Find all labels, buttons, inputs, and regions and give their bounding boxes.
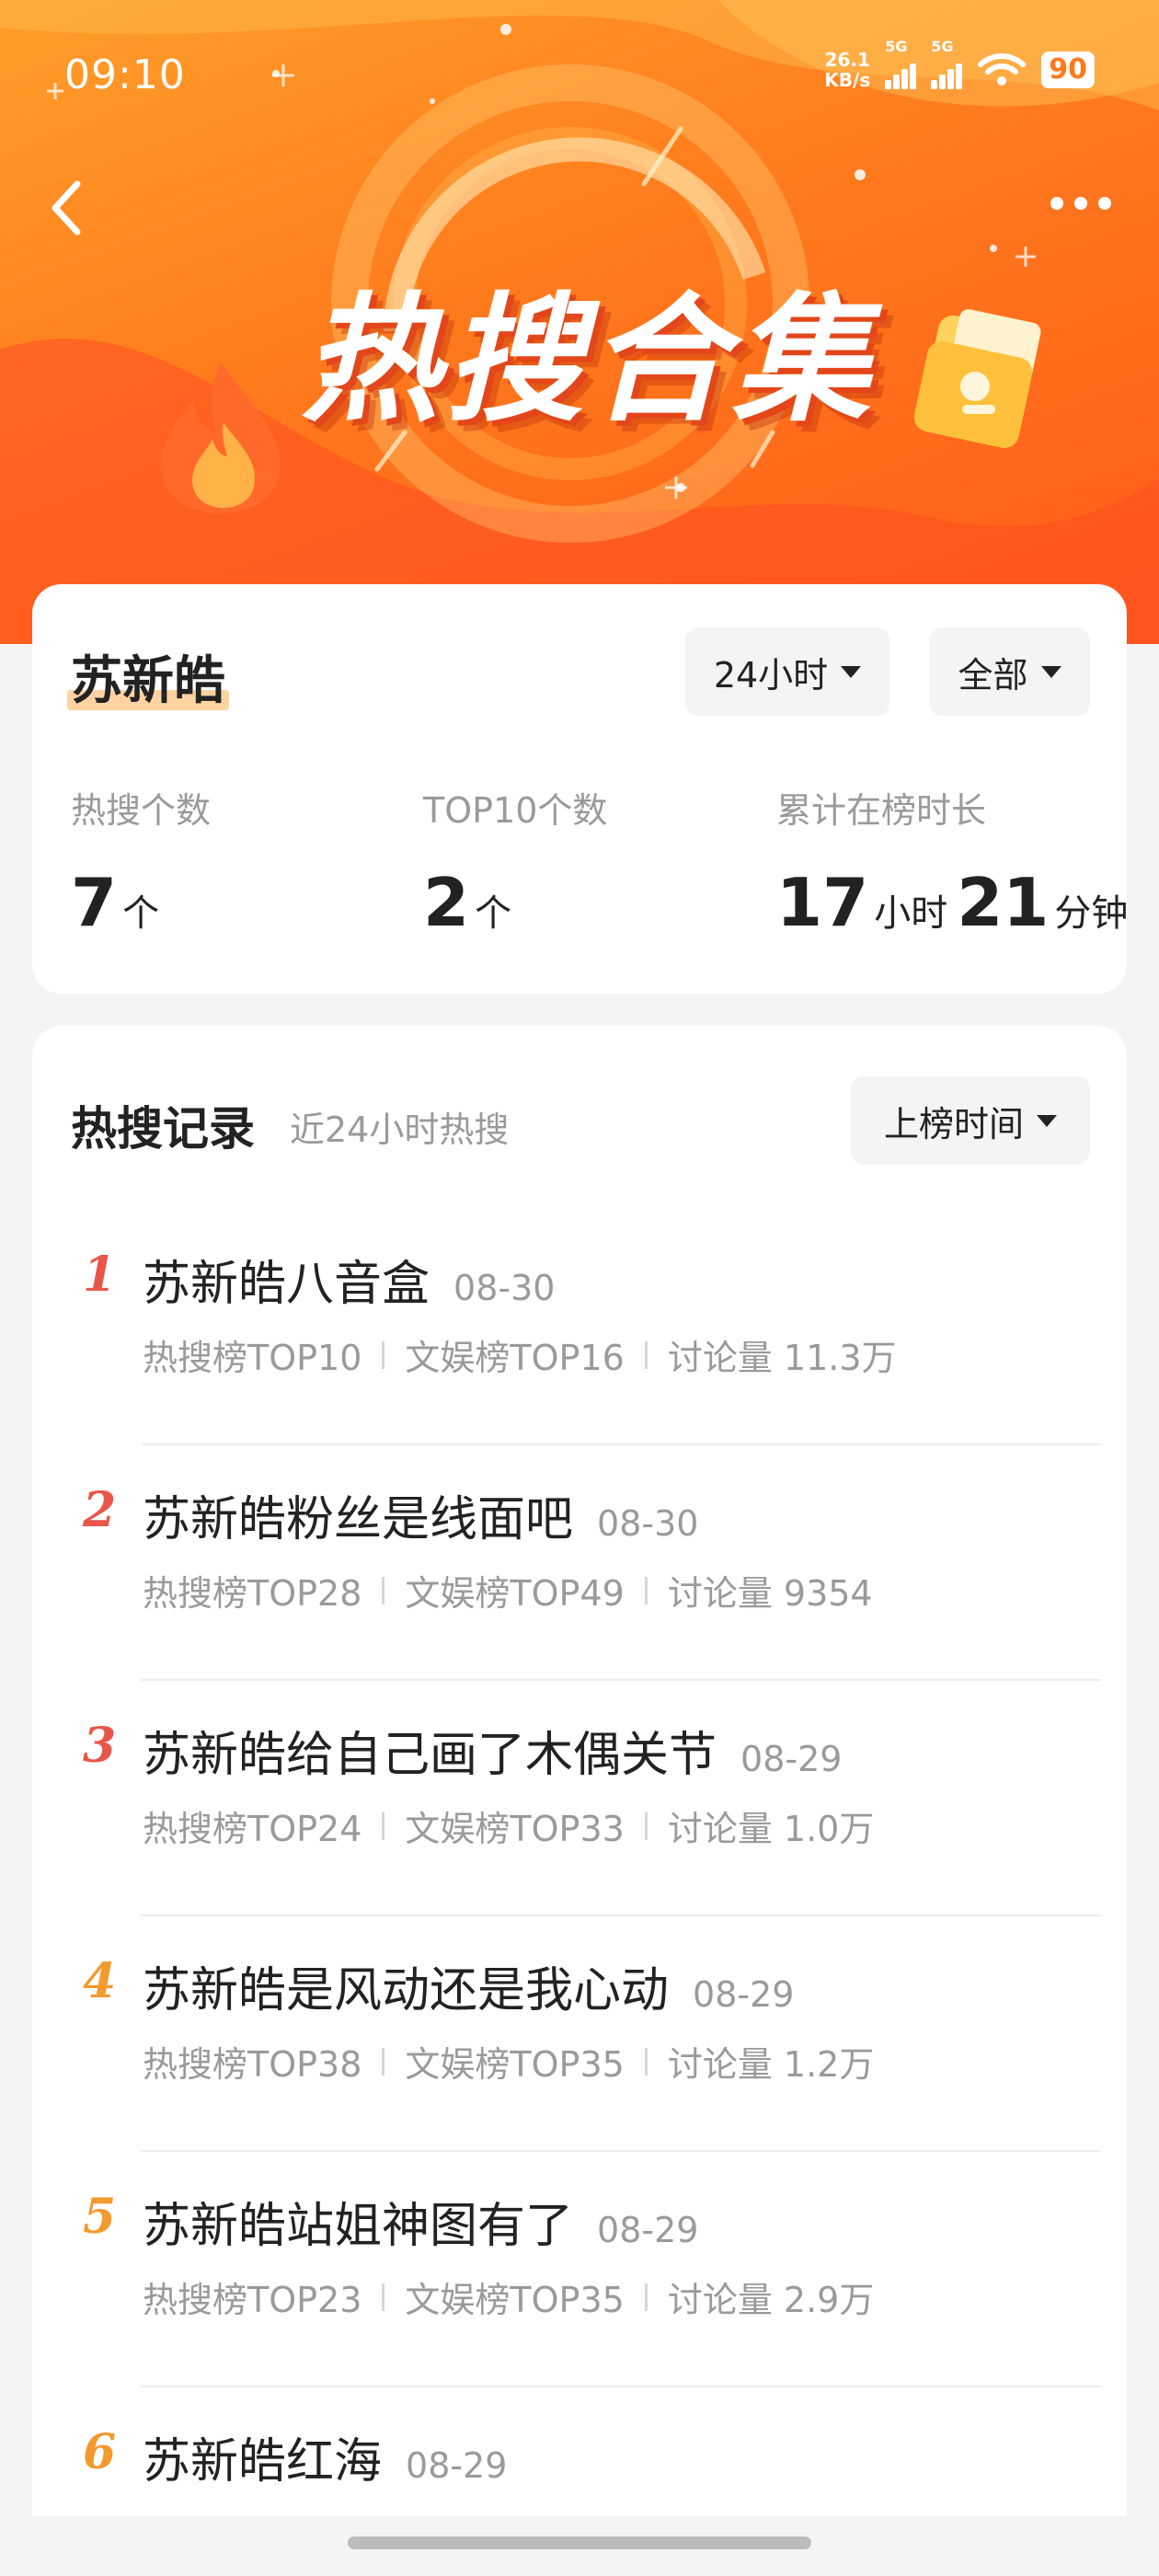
more-dot-icon	[1074, 197, 1087, 210]
more-dot-icon	[1050, 197, 1063, 210]
hot-rank: 热搜榜TOP24	[143, 1809, 362, 1849]
record-title: 苏新皓给自己画了木偶关节	[143, 1728, 717, 1783]
records-card: 热搜记录 近24小时热搜 上榜时间 1 苏新皓八音盒 08-30 热搜榜TOP10…	[32, 1026, 1127, 2516]
hot-rank: 热搜榜TOP23	[143, 2280, 362, 2320]
hot-rank: 热搜榜TOP14	[143, 2507, 361, 2516]
wifi-icon	[978, 53, 1027, 86]
ent-rank: 文娱榜TOP16	[405, 1338, 625, 1378]
folder-icon	[913, 309, 1041, 448]
stat-total-duration: 累计在榜时长 17 小时 21 分钟	[776, 790, 1129, 941]
hot-rank: 热搜榜TOP10	[143, 1338, 362, 1378]
back-icon[interactable]	[40, 171, 96, 245]
separator	[644, 2283, 648, 2311]
rank-number: 4	[83, 1953, 117, 2009]
rank-number: 5	[83, 2189, 117, 2245]
sort-label: 上榜时间	[883, 1103, 1024, 1144]
separator	[644, 1340, 648, 1369]
stat-hot-count: 热搜个数 7个	[71, 790, 212, 941]
list-item[interactable]: 6 苏新皓红海 08-29 热搜榜TOP14 文娱榜TOP9 讨论量 35.8万	[32, 2387, 1127, 2516]
record-title: 苏新皓八音盒	[143, 1257, 430, 1312]
discussion-count: 讨论量 9354	[667, 1573, 873, 1614]
more-options-button[interactable]	[1039, 180, 1122, 226]
ent-rank: 文娱榜TOP35	[405, 2044, 625, 2085]
separator	[382, 1576, 385, 1604]
scope-dropdown[interactable]: 全部	[929, 627, 1090, 716]
separator	[382, 2283, 385, 2311]
discussion-count: 讨论量 35.8万	[646, 2507, 875, 2516]
caret-down-icon	[841, 665, 862, 678]
time-range-dropdown[interactable]: 24小时	[685, 627, 889, 716]
sort-dropdown[interactable]: 上榜时间	[851, 1076, 1090, 1165]
separator	[382, 1340, 385, 1369]
record-title: 苏新皓站姐神图有了	[143, 2199, 574, 2254]
list-item[interactable]: 2 苏新皓粉丝是线面吧 08-30 热搜榜TOP28 文娱榜TOP49 讨论量 935…	[32, 1445, 1127, 1681]
list-item[interactable]: 5 苏新皓站姐神图有了 08-29 热搜榜TOP23 文娱榜TOP35 讨论量 2.9…	[32, 2152, 1127, 2387]
cell-signal-icon: 5G	[931, 38, 963, 89]
record-date: 08-29	[740, 1739, 843, 1779]
ent-rank: 文娱榜TOP33	[405, 1809, 625, 1849]
ent-rank: 文娱榜TOP49	[405, 1573, 625, 1614]
scope-label: 全部	[958, 654, 1028, 696]
record-date: 08-30	[597, 1503, 699, 1544]
discussion-count: 讨论量 2.9万	[667, 2280, 875, 2320]
hot-search-banner: 09:10 26.1 KB/s 5G 5G 90 热搜合集	[0, 0, 1159, 644]
list-item[interactable]: 3 苏新皓给自己画了木偶关节 08-29 热搜榜TOP24 文娱榜TOP33 讨论量 …	[32, 1681, 1127, 1916]
ent-rank: 文娱榜TOP9	[405, 2507, 602, 2516]
record-date: 08-29	[406, 2445, 508, 2486]
hot-rank: 热搜榜TOP38	[143, 2044, 362, 2085]
banner-title: 热搜合集	[301, 281, 876, 441]
separator	[644, 1811, 648, 1840]
person-name: 苏新皓	[67, 639, 229, 714]
rank-number: 1	[83, 1247, 117, 1303]
list-item[interactable]: 1 苏新皓八音盒 08-30 热搜榜TOP10 文娱榜TOP16 讨论量 11.3万	[32, 1210, 1127, 1445]
discussion-count: 讨论量 1.2万	[667, 2044, 875, 2085]
status-time: 09:10	[64, 52, 186, 98]
caret-down-icon	[1040, 665, 1061, 678]
record-title: 苏新皓红海	[143, 2434, 383, 2490]
ent-rank: 文娱榜TOP35	[405, 2280, 625, 2320]
stat-top10-count: TOP10个数 2个	[423, 790, 608, 941]
net-speed: 26.1 KB/s	[824, 49, 871, 91]
rank-number: 6	[83, 2424, 117, 2480]
separator	[382, 2047, 385, 2076]
record-date: 08-30	[453, 1268, 556, 1308]
separator	[644, 1576, 648, 1604]
records-title: 热搜记录	[71, 1102, 255, 1156]
summary-card: 苏新皓 24小时 全部 热搜个数 7个 TOP10个数 2个 累计在榜时长 17…	[32, 584, 1128, 994]
record-date: 08-29	[693, 1974, 795, 2015]
discussion-count: 讨论量 11.3万	[667, 1338, 897, 1378]
more-dot-icon	[1098, 197, 1111, 210]
record-title: 苏新皓是风动还是我心动	[143, 1963, 670, 2018]
time-range-label: 24小时	[713, 654, 829, 696]
rank-number: 3	[83, 1718, 117, 1774]
home-indicator[interactable]	[348, 2536, 811, 2549]
caret-down-icon	[1037, 1114, 1057, 1127]
discussion-count: 讨论量 1.0万	[667, 1809, 875, 1849]
status-icons: 26.1 KB/s 5G 5G 90	[824, 38, 1095, 91]
separator	[644, 2047, 648, 2076]
hot-rank: 热搜榜TOP28	[143, 1573, 362, 1614]
record-date: 08-29	[597, 2210, 699, 2250]
record-list: 1 苏新皓八音盒 08-30 热搜榜TOP10 文娱榜TOP16 讨论量 11.3万 …	[32, 1210, 1127, 2516]
battery-indicator: 90	[1041, 52, 1095, 88]
cell-signal-icon: 5G	[885, 38, 917, 89]
record-title: 苏新皓粉丝是线面吧	[143, 1492, 574, 1547]
separator	[382, 1811, 385, 1840]
summary-header: 苏新皓	[67, 639, 229, 714]
list-item[interactable]: 4 苏新皓是风动还是我心动 08-29 热搜榜TOP38 文娱榜TOP35 讨论量 1…	[32, 1916, 1127, 2152]
status-bar: 09:10 26.1 KB/s 5G 5G 90	[0, 0, 1159, 147]
records-subtitle: 近24小时热搜	[290, 1110, 510, 1150]
rank-number: 2	[83, 1482, 117, 1538]
